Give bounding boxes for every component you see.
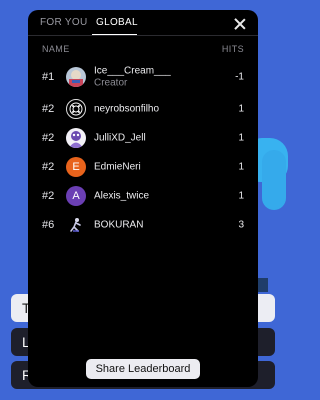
creator-badge: Creator: [94, 77, 128, 89]
hits-value: 1: [238, 190, 244, 201]
hits-value: -1: [235, 71, 244, 83]
hits-value: 1: [238, 132, 244, 143]
username: Alexis_twice: [94, 190, 150, 201]
leaderboard-row[interactable]: #2 A Alexis_twice 1: [28, 181, 258, 210]
tab-for-you[interactable]: FOR YOU: [40, 17, 87, 28]
leaderboard-row[interactable]: #2 neyrobsonfilho 1: [28, 94, 258, 123]
tabs-divider: [28, 35, 258, 36]
background-cloud-edge: [262, 150, 286, 210]
pattern-avatar-icon: [66, 98, 86, 119]
rank: #2: [42, 160, 55, 173]
leaderboard-modal: FOR YOU GLOBAL NAME HITS #1 Ice___Cream_…: [28, 10, 258, 387]
photo-avatar-icon: [66, 67, 86, 87]
username-text: Ice___Cream___: [94, 65, 171, 77]
leaderboard-row[interactable]: #6 BOKURAN 3: [28, 210, 258, 239]
column-header-name: NAME: [42, 44, 70, 54]
column-header-hits: HITS: [221, 44, 244, 54]
figure-avatar-icon: [66, 215, 86, 235]
letter-avatar-icon: A: [66, 185, 86, 206]
hits-value: 3: [238, 219, 244, 230]
tab-global[interactable]: GLOBAL: [96, 17, 138, 28]
username: Ice___Cream___ Creator: [94, 66, 171, 89]
leaderboard-list: #1 Ice___Cream___ Creator -1 #2 neyrobso…: [28, 60, 258, 239]
leaderboard-row[interactable]: #1 Ice___Cream___ Creator -1: [28, 60, 258, 94]
rank: #2: [42, 131, 55, 144]
username: JulliXD_Jell: [94, 132, 146, 143]
close-icon[interactable]: [233, 17, 247, 31]
username: EdmieNeri: [94, 161, 141, 172]
username: BOKURAN: [94, 219, 144, 230]
rank: #1: [42, 71, 55, 83]
username: neyrobsonfilho: [94, 103, 160, 114]
hits-value: 1: [238, 161, 244, 172]
rank: #2: [42, 189, 55, 202]
rank: #6: [42, 218, 55, 231]
share-leaderboard-button[interactable]: Share Leaderboard: [86, 359, 200, 379]
leaderboard-row[interactable]: #2 E EdmieNeri 1: [28, 152, 258, 181]
hits-value: 1: [238, 103, 244, 114]
rank: #2: [42, 102, 55, 115]
purple-avatar-icon: [66, 127, 86, 148]
letter-avatar-icon: E: [66, 156, 86, 177]
leaderboard-tabs: FOR YOU GLOBAL: [28, 10, 258, 36]
leaderboard-row[interactable]: #2 JulliXD_Jell 1: [28, 123, 258, 152]
